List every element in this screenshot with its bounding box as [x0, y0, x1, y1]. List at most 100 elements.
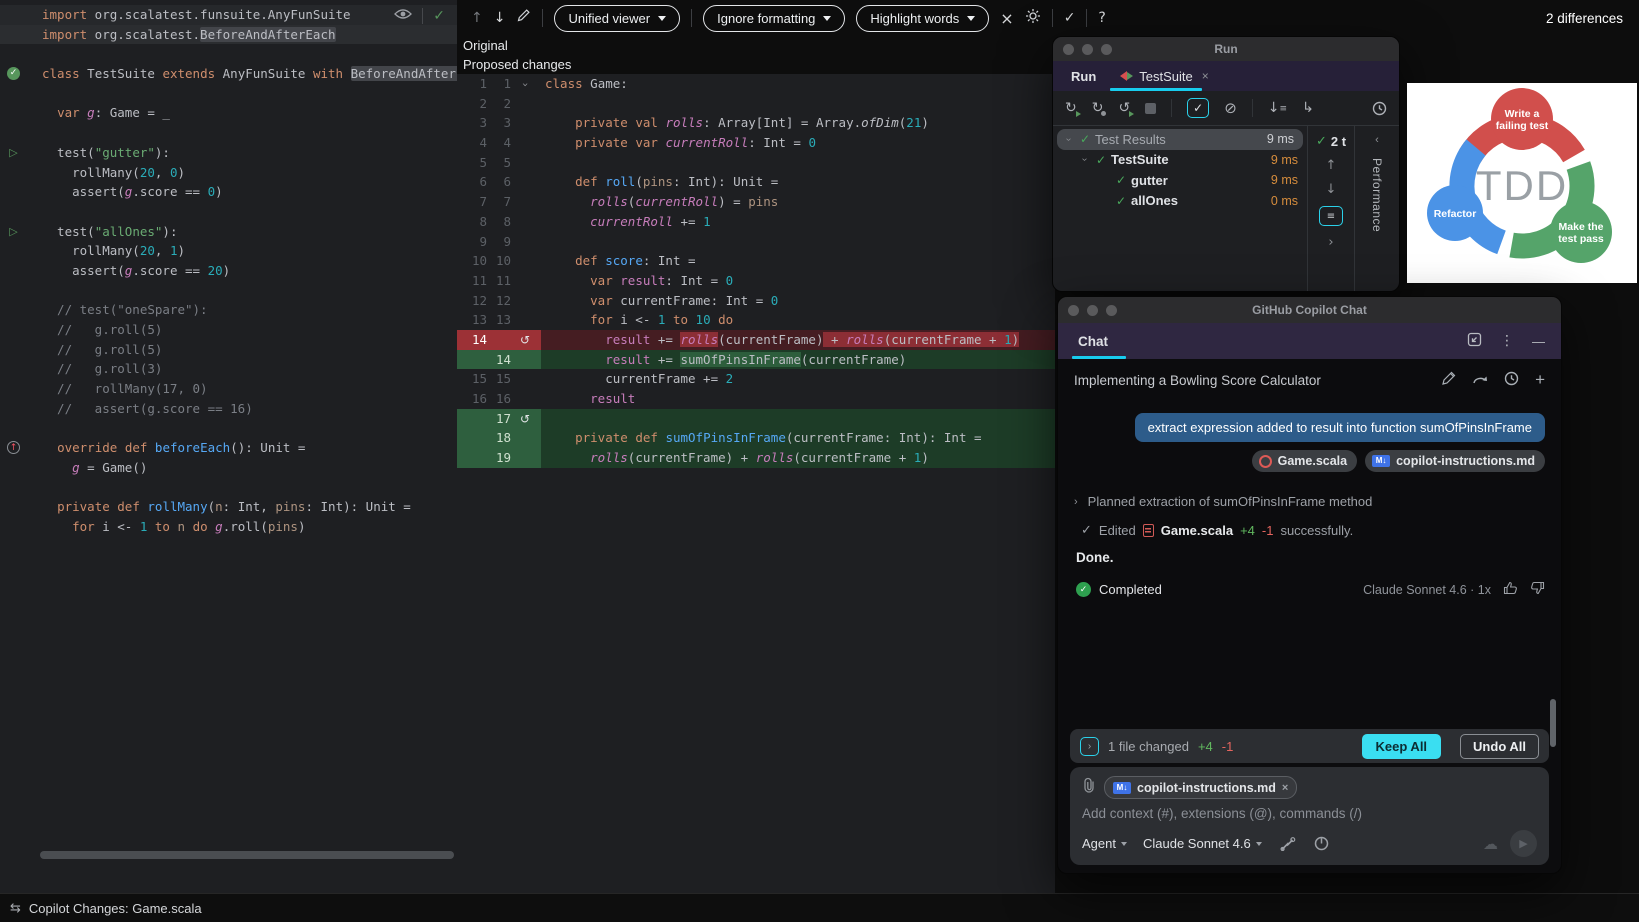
show-ignored-toggle[interactable]: ⊘: [1224, 101, 1237, 115]
close-tab-icon[interactable]: ×: [1202, 69, 1209, 83]
diff-gutter: 1313: [457, 310, 541, 330]
mode-selector[interactable]: Agent: [1082, 836, 1127, 851]
expand-chevron-icon[interactable]: ›: [1077, 154, 1093, 165]
keep-all-button[interactable]: Keep All: [1362, 734, 1442, 759]
override-gutter-icon[interactable]: ↑: [7, 441, 20, 454]
run-tool-window: Run Run TestSuite × ↻ ↻ ↺ ✓ ⊘ ↓≡ ↳ ›✓Tes…: [1052, 36, 1400, 292]
chat-input[interactable]: Add context (#), extensions (@), command…: [1082, 806, 1537, 821]
minimize-icon[interactable]: —: [1532, 334, 1545, 349]
help-icon[interactable]: ?: [1098, 10, 1105, 26]
test-tree-row[interactable]: ›✓Test Results9 ms: [1057, 129, 1303, 150]
thumbs-down-icon[interactable]: [1530, 581, 1545, 598]
thumbs-up-icon[interactable]: [1503, 581, 1518, 598]
zoom-window-dot[interactable]: [1106, 305, 1117, 316]
revert-change-icon[interactable]: ↺: [520, 333, 530, 347]
highlight-words-dropdown[interactable]: Highlight words: [856, 5, 989, 32]
next-difference-icon[interactable]: ↓: [494, 10, 506, 26]
track-running-test-toggle[interactable]: ≡: [1319, 206, 1343, 226]
collapse-chevron-icon[interactable]: ‹: [1375, 134, 1379, 146]
diff-gutter: 1616: [457, 389, 541, 409]
send-button[interactable]: ▶: [1510, 830, 1537, 857]
minimize-window-dot[interactable]: [1082, 44, 1093, 55]
minimize-window-dot[interactable]: [1087, 305, 1098, 316]
edit-icon[interactable]: [516, 8, 531, 28]
ignore-formatting-dropdown[interactable]: Ignore formatting: [703, 5, 845, 32]
previous-difference-icon[interactable]: ↑: [471, 10, 483, 26]
run-test-gutter-icon[interactable]: ▷: [7, 146, 20, 159]
tab-chat[interactable]: Chat: [1058, 334, 1108, 349]
test-history-icon[interactable]: [1372, 101, 1387, 116]
redo-icon[interactable]: [1472, 373, 1488, 388]
pen-icon[interactable]: [1441, 371, 1456, 389]
tools-icon[interactable]: [1280, 837, 1296, 851]
fold-chevron-icon[interactable]: ›: [515, 83, 535, 87]
cloud-icon[interactable]: ☁: [1483, 835, 1498, 853]
test-tree-row[interactable]: ✓allOnes0 ms: [1053, 191, 1307, 212]
testsuite-code[interactable]: import org.scalatest.funsuite.AnyFunSuit…: [0, 5, 457, 537]
rerun-failed-tests-icon[interactable]: ↻: [1092, 101, 1104, 115]
toggle-auto-test-icon[interactable]: ↺: [1118, 101, 1130, 115]
window-controls[interactable]: [1058, 305, 1117, 316]
revert-change-icon[interactable]: ↺: [520, 412, 530, 426]
context-chip[interactable]: M↓copilot-instructions.md: [1365, 450, 1545, 472]
rerun-tests-icon[interactable]: ↻: [1065, 101, 1077, 115]
horizontal-scrollbar[interactable]: [40, 851, 454, 859]
viewer-mode-dropdown[interactable]: Unified viewer: [554, 5, 680, 32]
run-test-gutter-icon[interactable]: ▷: [7, 225, 20, 238]
close-window-dot[interactable]: [1063, 44, 1074, 55]
inspections-widget[interactable]: ✓: [394, 7, 445, 25]
no-problems-check-icon[interactable]: ✓: [433, 8, 445, 24]
attachment-chip[interactable]: M↓ copilot-instructions.md ×: [1104, 776, 1297, 799]
remove-attachment-icon[interactable]: ×: [1282, 782, 1288, 794]
context-chip[interactable]: Game.scala: [1252, 450, 1358, 472]
next-test-icon[interactable]: ↓: [1326, 182, 1337, 197]
test-results-tree[interactable]: ›✓Test Results9 ms›✓TestSuite9 ms✓gutter…: [1053, 126, 1307, 291]
import-test-results-icon[interactable]: ↳: [1302, 101, 1314, 115]
divider: [422, 8, 423, 24]
status-bar-label[interactable]: Copilot Changes: Game.scala: [29, 901, 202, 916]
diff-editor[interactable]: 11›class Game:2233 private val rolls: Ar…: [457, 74, 1055, 893]
stop-icon[interactable]: [1145, 103, 1156, 114]
open-in-editor-icon[interactable]: [1467, 332, 1482, 350]
kebab-menu-icon[interactable]: ⋮: [1500, 333, 1514, 349]
test-tree-row[interactable]: ✓gutter9 ms: [1053, 170, 1307, 191]
code-line: private def rollMany(n: Int, pins: Int):…: [0, 497, 457, 517]
diff-line: 66 def roll(pins: Int): Unit =: [457, 172, 1055, 192]
plan-step-label[interactable]: Planned extraction of sumOfPinsInFrame m…: [1088, 494, 1373, 509]
diff-line: 22: [457, 94, 1055, 114]
previous-test-icon[interactable]: ↑: [1326, 158, 1337, 173]
chat-window-titlebar[interactable]: GitHub Copilot Chat: [1058, 297, 1561, 323]
expand-chevron-icon[interactable]: ›: [1074, 496, 1078, 508]
code-line: [0, 418, 457, 438]
apply-check-icon[interactable]: ✓: [1064, 10, 1076, 26]
test-name: Test Results: [1095, 132, 1166, 147]
tab-testsuite[interactable]: TestSuite ×: [1112, 69, 1217, 84]
chat-scrollbar[interactable]: [1550, 699, 1556, 747]
expand-chevron-icon[interactable]: ›: [1328, 235, 1333, 250]
paperclip-icon[interactable]: [1082, 777, 1096, 798]
show-passed-toggle[interactable]: ✓: [1187, 98, 1209, 118]
run-class-passed-gutter-icon[interactable]: ✓: [7, 67, 20, 80]
edited-file-name[interactable]: Game.scala: [1161, 523, 1233, 538]
chip-label: Game.scala: [1278, 454, 1348, 468]
expand-changes-chevron[interactable]: ›: [1080, 737, 1099, 756]
run-window-titlebar[interactable]: Run: [1053, 37, 1399, 61]
performance-tab[interactable]: ‹ Performance: [1354, 126, 1399, 291]
close-window-dot[interactable]: [1068, 305, 1079, 316]
settings-gear-icon[interactable]: [1025, 8, 1041, 29]
close-icon[interactable]: ×: [1000, 9, 1013, 28]
new-chat-icon[interactable]: +: [1535, 373, 1545, 387]
tab-run[interactable]: Run: [1053, 69, 1112, 84]
window-controls[interactable]: [1053, 44, 1112, 55]
usage-gauge-icon[interactable]: [1314, 836, 1329, 851]
test-tree-row[interactable]: ›✓TestSuite9 ms: [1053, 150, 1307, 171]
performance-tab-label: Performance: [1370, 158, 1384, 232]
undo-all-button[interactable]: Undo All: [1460, 734, 1539, 759]
reader-mode-eye-icon[interactable]: [394, 7, 412, 25]
history-clock-icon[interactable]: [1504, 371, 1519, 389]
file-changes-bar: › 1 file changed +4 -1 Keep All Undo All: [1070, 729, 1549, 763]
zoom-window-dot[interactable]: [1101, 44, 1112, 55]
model-selector[interactable]: Claude Sonnet 4.6: [1143, 836, 1262, 851]
expand-chevron-icon[interactable]: ›: [1061, 134, 1077, 145]
sort-by-duration-icon[interactable]: ↓≡: [1268, 101, 1287, 116]
